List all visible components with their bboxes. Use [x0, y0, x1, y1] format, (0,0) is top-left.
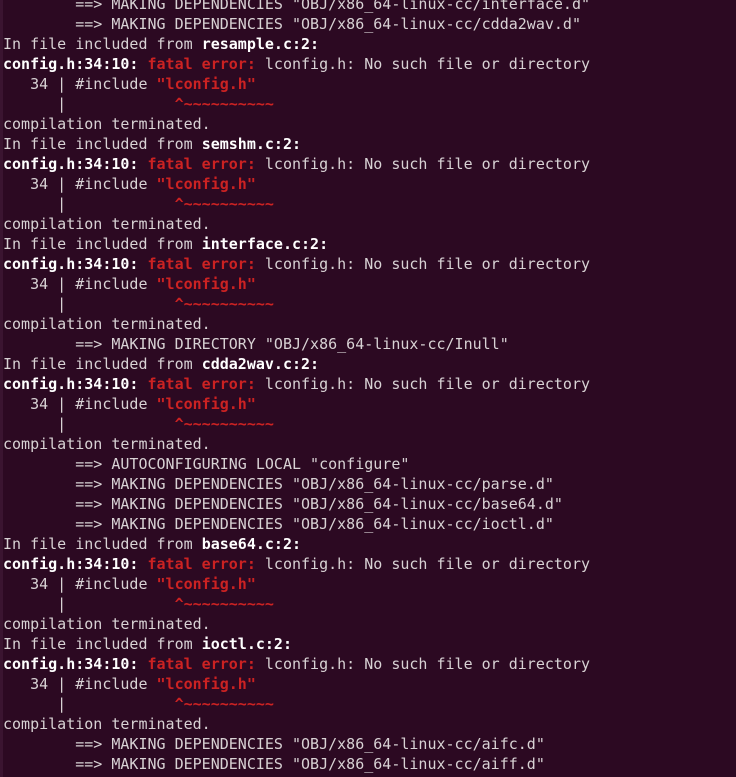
error-message: lconfig.h: No such file or directory — [255, 255, 591, 273]
source-filename: resample.c:2: — [201, 35, 320, 53]
include-string: "lconfig.h" — [156, 275, 256, 293]
build-make-dep-line: ==> MAKING DEPENDENCIES "OBJ/x86_64-linu… — [3, 755, 545, 773]
caret-marker-line: | ^~~~~~~~~~~ — [3, 595, 274, 613]
source-filename: ioctl.c:2: — [201, 635, 292, 653]
terminal-output[interactable]: ==> MAKING DEPENDENCIES "OBJ/x86_64-linu… — [0, 0, 736, 777]
source-filename: cdda2wav.c:2: — [201, 355, 320, 373]
source-filename: interface.c:2: — [201, 235, 329, 253]
build-make-dep-line: ==> MAKING DEPENDENCIES "OBJ/x86_64-linu… — [3, 0, 590, 13]
compilation-terminated-line: compilation terminated. — [3, 115, 211, 133]
include-string: "lconfig.h" — [156, 675, 256, 693]
caret-icon: ^~~~~~~~~~~ — [174, 295, 274, 313]
source-snippet-line: 34 | #include "lconfig.h" — [3, 175, 256, 193]
error-location: config.h:34:10: — [3, 155, 139, 173]
caret-marker-line: | ^~~~~~~~~~~ — [3, 195, 274, 213]
error-message: lconfig.h: No such file or directory — [255, 375, 591, 393]
compiler-error-line: config.h:34:10: fatal error: lconfig.h: … — [3, 54, 736, 74]
caret-icon: ^~~~~~~~~~~ — [174, 95, 274, 113]
caret-marker-line: | ^~~~~~~~~~~ — [3, 415, 274, 433]
compilation-terminated-line: compilation terminated. — [3, 435, 211, 453]
source-snippet-line: 34 | #include "lconfig.h" — [3, 75, 256, 93]
build-make-dep-line: ==> MAKING DEPENDENCIES "OBJ/x86_64-linu… — [3, 495, 563, 513]
caret-icon: ^~~~~~~~~~~ — [174, 415, 274, 433]
build-make-dep-line: ==> MAKING DEPENDENCIES "OBJ/x86_64-linu… — [3, 735, 545, 753]
error-message: lconfig.h: No such file or directory — [255, 55, 591, 73]
error-severity: fatal error: — [138, 375, 256, 393]
build-make-dir-line: ==> MAKING DIRECTORY "OBJ/x86_64-linux-c… — [3, 335, 509, 353]
source-snippet-line: 34 | #include "lconfig.h" — [3, 275, 256, 293]
included-from-line: In file included from semshm.c:2: — [3, 135, 302, 153]
caret-marker-line: | ^~~~~~~~~~~ — [3, 95, 274, 113]
included-from-line: In file included from interface.c:2: — [3, 235, 329, 253]
include-string: "lconfig.h" — [156, 175, 256, 193]
compiler-error-line: config.h:34:10: fatal error: lconfig.h: … — [3, 154, 736, 174]
source-filename: semshm.c:2: — [201, 135, 302, 153]
compiler-error-line: config.h:34:10: fatal error: lconfig.h: … — [3, 654, 736, 674]
source-filename: base64.c:2: — [201, 535, 302, 553]
error-location: config.h:34:10: — [3, 255, 139, 273]
include-string: "lconfig.h" — [156, 395, 256, 413]
compiler-error-line: config.h:34:10: fatal error: lconfig.h: … — [3, 254, 736, 274]
error-severity: fatal error: — [138, 255, 256, 273]
compilation-terminated-line: compilation terminated. — [3, 715, 211, 733]
error-severity: fatal error: — [138, 155, 256, 173]
compilation-terminated-line: compilation terminated. — [3, 315, 211, 333]
error-location: config.h:34:10: — [3, 55, 139, 73]
error-severity: fatal error: — [138, 555, 256, 573]
include-string: "lconfig.h" — [156, 75, 256, 93]
error-location: config.h:34:10: — [3, 655, 139, 673]
build-make-dep-line: ==> MAKING DEPENDENCIES "OBJ/x86_64-linu… — [3, 15, 581, 33]
error-location: config.h:34:10: — [3, 375, 139, 393]
compilation-terminated-line: compilation terminated. — [3, 215, 211, 233]
included-from-line: In file included from base64.c:2: — [3, 535, 302, 553]
build-make-dep-line: ==> MAKING DEPENDENCIES "OBJ/x86_64-linu… — [3, 475, 554, 493]
error-severity: fatal error: — [138, 55, 256, 73]
error-severity: fatal error: — [138, 655, 256, 673]
source-snippet-line: 34 | #include "lconfig.h" — [3, 575, 256, 593]
caret-marker-line: | ^~~~~~~~~~~ — [3, 695, 274, 713]
build-make-dep-line: ==> MAKING DEPENDENCIES "OBJ/x86_64-linu… — [3, 515, 554, 533]
source-snippet-line: 34 | #include "lconfig.h" — [3, 395, 256, 413]
compiler-error-line: config.h:34:10: fatal error: lconfig.h: … — [3, 374, 736, 394]
caret-icon: ^~~~~~~~~~~ — [174, 695, 274, 713]
include-string: "lconfig.h" — [156, 575, 256, 593]
source-snippet-line: 34 | #include "lconfig.h" — [3, 675, 256, 693]
included-from-line: In file included from ioctl.c:2: — [3, 635, 292, 653]
compiler-error-line: config.h:34:10: fatal error: lconfig.h: … — [3, 554, 736, 574]
caret-icon: ^~~~~~~~~~~ — [174, 195, 274, 213]
compilation-terminated-line: compilation terminated. — [3, 615, 211, 633]
error-message: lconfig.h: No such file or directory — [255, 155, 591, 173]
included-from-line: In file included from resample.c:2: — [3, 35, 320, 53]
build-autoconf-line: ==> AUTOCONFIGURING LOCAL "configure" — [3, 455, 410, 473]
caret-marker-line: | ^~~~~~~~~~~ — [3, 295, 274, 313]
caret-icon: ^~~~~~~~~~~ — [174, 595, 274, 613]
error-message: lconfig.h: No such file or directory — [255, 555, 591, 573]
terminal-window[interactable]: ==> MAKING DEPENDENCIES "OBJ/x86_64-linu… — [0, 0, 736, 777]
error-message: lconfig.h: No such file or directory — [255, 655, 591, 673]
error-location: config.h:34:10: — [3, 555, 139, 573]
included-from-line: In file included from cdda2wav.c:2: — [3, 355, 320, 373]
